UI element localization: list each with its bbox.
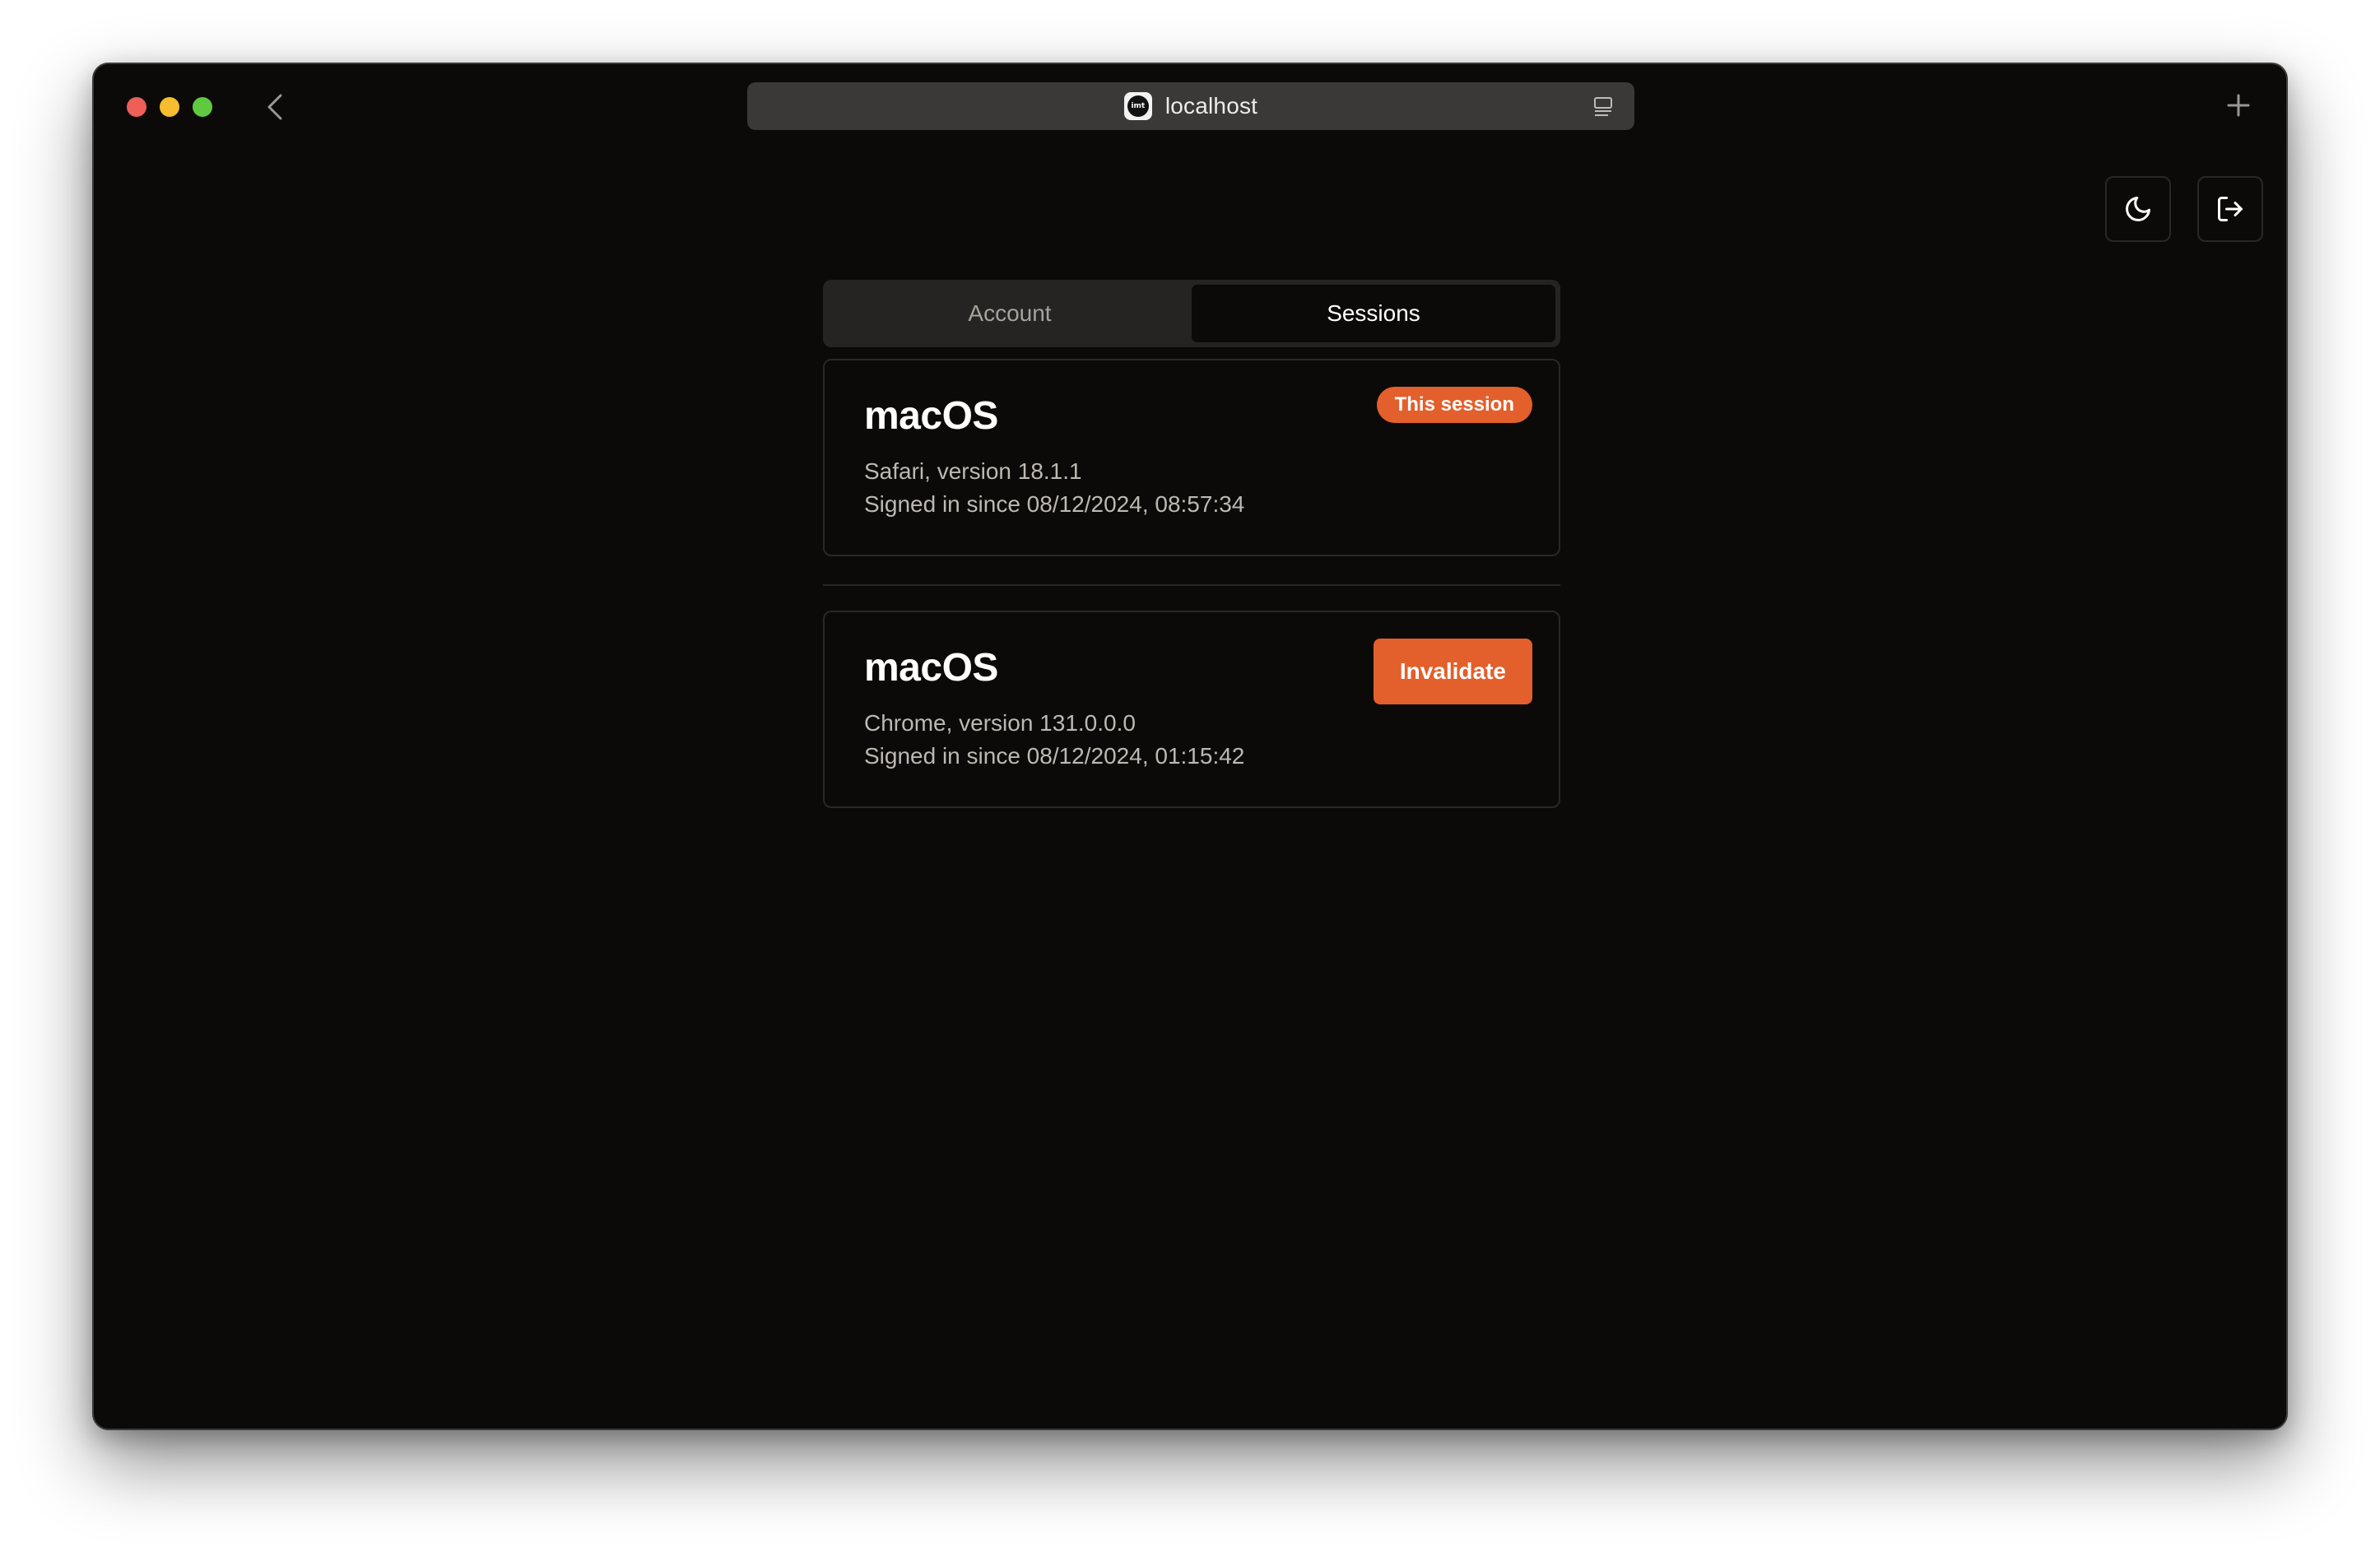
session-browser: Chrome, version 131.0.0.0 <box>864 710 1136 736</box>
reader-icon[interactable] <box>1592 95 1615 118</box>
session-divider <box>823 584 1560 586</box>
address-bar[interactable]: imt localhost <box>747 82 1634 130</box>
back-button[interactable] <box>257 89 293 125</box>
tab-account[interactable]: Account <box>828 285 1192 342</box>
tab-sessions[interactable]: Sessions <box>1192 285 1555 342</box>
favicon-label: imt <box>1127 95 1149 117</box>
session-browser: Safari, version 18.1.1 <box>864 458 1082 484</box>
url-text: localhost <box>1164 93 1258 118</box>
close-window-button[interactable] <box>127 97 146 117</box>
settings-tabs: Account Sessions <box>823 280 1560 347</box>
theme-toggle-button[interactable] <box>2105 176 2171 242</box>
site-favicon: imt <box>1123 92 1152 120</box>
session-card-other: macOS Chrome, version 131.0.0.0 Signed i… <box>823 611 1560 808</box>
session-signed-in: Signed in since 08/12/2024, 08:57:34 <box>864 491 1245 517</box>
chevron-left-icon <box>267 94 282 120</box>
minimize-window-button[interactable] <box>160 97 179 117</box>
logout-icon <box>2218 197 2243 221</box>
session-signed-in: Signed in since 08/12/2024, 01:15:42 <box>864 743 1245 769</box>
session-card-current: macOS Safari, version 18.1.1 Signed in s… <box>823 359 1560 556</box>
plus-icon <box>2227 94 2250 117</box>
logout-button[interactable] <box>2197 176 2263 242</box>
maximize-window-button[interactable] <box>193 97 212 117</box>
current-session-badge: This session <box>1376 387 1532 423</box>
invalidate-session-button[interactable]: Invalidate <box>1373 639 1532 704</box>
new-tab-button[interactable] <box>2220 87 2257 123</box>
browser-window: imt localhost Account Sessions macOS Saf… <box>92 63 2288 1430</box>
moon-icon <box>2126 197 2150 221</box>
